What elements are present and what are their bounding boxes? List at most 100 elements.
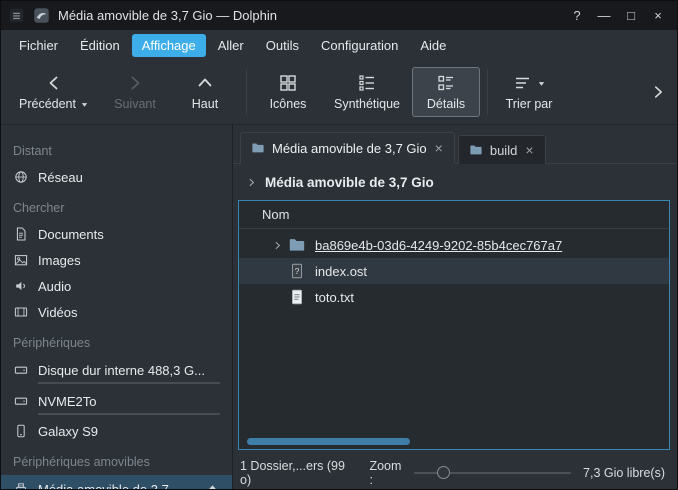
titlebar: Média amovible de 3,7 Gio — Dolphin ? — … (1, 1, 677, 30)
up-button[interactable]: Haut (171, 67, 239, 117)
zoom-slider[interactable] (414, 464, 571, 482)
tab-media-amovible[interactable]: Média amovible de 3,7 Gio × (240, 132, 455, 164)
sidebar-item-videos[interactable]: Vidéos (1, 299, 232, 325)
file-name: toto.txt (315, 290, 354, 305)
free-space-label: 7,3 Gio libre(s) (583, 466, 665, 480)
folder-icon (251, 141, 265, 155)
view-compact-label: Synthétique (334, 97, 400, 111)
menu-fichier[interactable]: Fichier (9, 34, 68, 57)
view-compact-button[interactable]: Synthétique (324, 67, 410, 117)
help-button[interactable]: ? (565, 5, 589, 26)
compact-view-icon (357, 73, 377, 93)
window-title: Média amovible de 3,7 Gio — Dolphin (58, 8, 277, 23)
chevron-left-icon (44, 73, 64, 93)
sidebar-item-disque-dur-interne[interactable]: Disque dur interne 488,3 G... (1, 356, 232, 387)
places-panel: Distant Réseau Chercher Documents Images (1, 125, 233, 489)
details-view-icon (436, 73, 456, 93)
column-header-nom[interactable]: Nom (262, 207, 289, 222)
scrollbar-thumb[interactable] (247, 438, 410, 445)
chevron-up-icon (195, 73, 215, 93)
file-name: ba869e4b-03d6-4249-9202-85b4cec767a7 (315, 238, 562, 253)
menu-affichage[interactable]: Affichage (132, 34, 206, 57)
file-row-index-ost[interactable]: index.ost (239, 258, 669, 284)
back-button[interactable]: Précédent (9, 67, 99, 117)
view-details-label: Détails (427, 97, 465, 111)
column-header-row: Nom (239, 201, 669, 229)
eject-icon (205, 482, 220, 490)
sort-by-label: Trier par (506, 97, 553, 111)
file-view: Nom ba869e4b-03d6-4249-9202-85b4cec767a7… (238, 200, 670, 450)
sort-icon (513, 73, 533, 93)
expand-arrow-icon[interactable] (269, 237, 286, 254)
view-icons-button[interactable]: Icônes (254, 67, 322, 117)
chevron-right-icon (649, 83, 667, 101)
section-header-distant: Distant (1, 137, 232, 164)
folder-icon (469, 143, 483, 157)
sort-by-button[interactable]: Trier par (495, 67, 563, 117)
zoom-slider-handle[interactable] (437, 466, 450, 479)
chevron-right-icon[interactable] (246, 177, 257, 188)
sidebar-item-nvme2to[interactable]: NVME2To (1, 387, 232, 418)
dolphin-app-icon[interactable] (33, 7, 50, 24)
caret-down-icon (537, 79, 546, 88)
sidebar-item-label: Média amovible de 3,7 ... (38, 482, 183, 490)
menu-aller[interactable]: Aller (208, 34, 254, 57)
file-name: index.ost (315, 264, 367, 279)
chevron-right-icon (125, 73, 145, 93)
tab-build[interactable]: build × (458, 135, 546, 164)
view-icons-label: Icônes (270, 97, 307, 111)
capacity-bar (38, 382, 220, 384)
tab-close-button[interactable]: × (524, 143, 534, 157)
hard-drive-icon (13, 393, 29, 409)
sidebar-item-reseau[interactable]: Réseau (1, 164, 232, 190)
folder-icon (288, 236, 306, 254)
sidebar-item-media-amovible[interactable]: Média amovible de 3,7 ... (1, 475, 232, 489)
status-bar: 1 Dossier,...ers (99 o) Zoom : 7,3 Gio l… (233, 456, 677, 489)
network-icon (13, 169, 29, 185)
maximize-button[interactable]: □ (619, 5, 643, 26)
tab-close-button[interactable]: × (434, 141, 444, 155)
capacity-bar (38, 413, 220, 415)
expander-spacer (269, 289, 286, 306)
audio-icon (13, 278, 29, 294)
toolbar-separator (487, 69, 488, 115)
caret-down-icon (80, 100, 89, 109)
file-row-folder[interactable]: ba869e4b-03d6-4249-9202-85b4cec767a7 (239, 232, 669, 258)
up-label: Haut (192, 97, 218, 111)
toolbar-separator (246, 69, 247, 115)
sidebar-item-label: NVME2To (38, 394, 97, 409)
tab-bar: Média amovible de 3,7 Gio × build × (233, 133, 677, 164)
sidebar-item-label: Vidéos (38, 305, 78, 320)
forward-button[interactable]: Suivant (101, 67, 169, 117)
file-text-icon (288, 288, 306, 306)
menu-edition[interactable]: Édition (70, 34, 130, 57)
toolbar-overflow-button[interactable] (647, 83, 669, 101)
status-summary: 1 Dossier,...ers (99 o) (240, 459, 353, 487)
toolbar: Précédent Suivant Haut Icônes Synthétiqu… (1, 60, 677, 125)
sidebar-item-documents[interactable]: Documents (1, 221, 232, 247)
main-area: Média amovible de 3,7 Gio × build × Médi… (233, 125, 677, 489)
minimize-button[interactable]: — (592, 5, 616, 26)
horizontal-scrollbar[interactable] (245, 438, 663, 445)
sidebar-item-images[interactable]: Images (1, 247, 232, 273)
breadcrumb: Média amovible de 3,7 Gio (233, 164, 677, 200)
zoom-label: Zoom : (369, 459, 406, 487)
menu-aide[interactable]: Aide (410, 34, 456, 57)
dolphin-window: Média amovible de 3,7 Gio — Dolphin ? — … (0, 0, 678, 490)
sidebar-item-label: Disque dur interne 488,3 G... (38, 363, 205, 378)
usb-drive-icon (13, 481, 29, 489)
view-details-button[interactable]: Détails (412, 67, 480, 117)
menu-configuration[interactable]: Configuration (311, 34, 408, 57)
menu-outils[interactable]: Outils (256, 34, 309, 57)
sidebar-item-label: Audio (38, 279, 71, 294)
sidebar-item-label: Galaxy S9 (38, 424, 98, 439)
sidebar-item-galaxy-s9[interactable]: Galaxy S9 (1, 418, 232, 444)
file-row-toto-txt[interactable]: toto.txt (239, 284, 669, 310)
section-header-chercher: Chercher (1, 194, 232, 221)
sidebar-item-audio[interactable]: Audio (1, 273, 232, 299)
breadcrumb-root[interactable]: Média amovible de 3,7 Gio (265, 175, 434, 190)
close-button[interactable]: × (646, 5, 670, 26)
eject-button[interactable] (205, 482, 220, 490)
forward-label: Suivant (114, 97, 156, 111)
window-menu-icon[interactable] (8, 7, 25, 24)
